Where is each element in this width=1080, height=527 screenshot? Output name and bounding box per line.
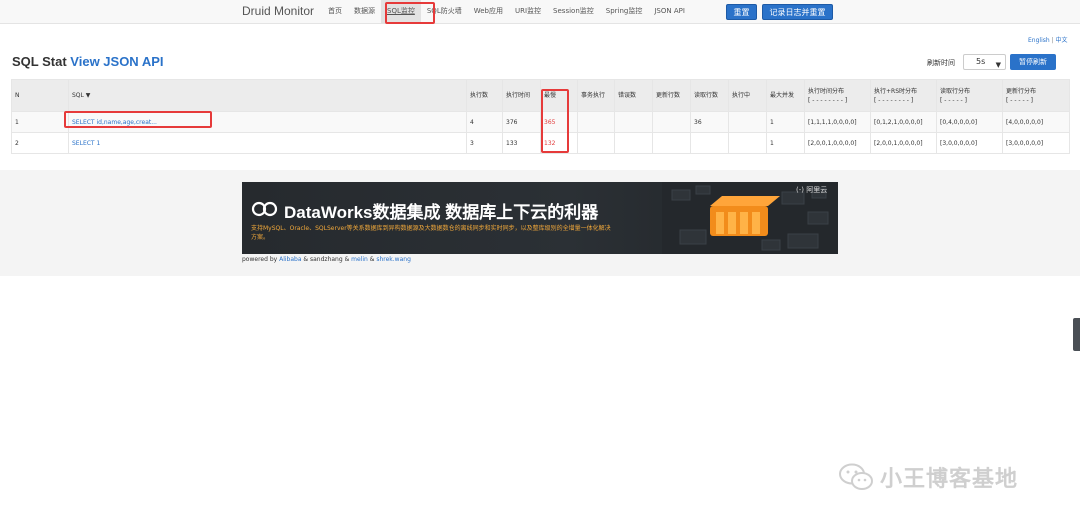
col-header-read-hist[interactable]: 读取行分布[ - - - - - ] [936, 79, 1003, 112]
cell-sql-link[interactable]: SELECT 1 [68, 132, 467, 154]
pause-refresh-button[interactable]: 暂停刷新 [1010, 54, 1056, 70]
cell-exec-count: 3 [466, 132, 503, 154]
cell-exec-time: 376 [502, 111, 541, 133]
nav-item-web-app[interactable]: Web应用 [468, 0, 509, 24]
footer: DataWorks数据集成 数据库上下云的利器 支持MySQL、Oracle、S… [0, 170, 1080, 276]
read-hist-sub: [ - - - - - ] [940, 96, 967, 104]
watermark-text: 小王博客基地 [880, 467, 1019, 492]
language-switch: English | 中文 [1028, 35, 1068, 44]
nav-item-uri-monitor[interactable]: URI监控 [509, 0, 547, 24]
exec-hist-sub: [ - - - - - - - - ] [808, 96, 848, 104]
cell-error-count [614, 132, 653, 154]
brand-title[interactable]: Druid Monitor [242, 4, 314, 18]
cell-txn-exec [577, 111, 615, 133]
aliyun-label: 阿里云 [806, 186, 828, 194]
powered-by: powered by Alibaba & sandzhang & melin &… [242, 256, 411, 263]
col-header-max-concurrent[interactable]: 最大并发 [766, 79, 805, 112]
wechat-icon [839, 463, 873, 490]
nav-item-spring-monitor[interactable]: Spring监控 [600, 0, 649, 24]
rs-hist-title: 执行+RS时分布 [874, 87, 918, 95]
aliyun-brand: (-) 阿里云 [796, 185, 827, 195]
powered-amp1: & sandzhang & [301, 256, 352, 263]
shrek-link[interactable]: shrek.wang [376, 256, 411, 263]
update-hist-title: 更新行分布 [1006, 87, 1037, 95]
col-header-n[interactable]: N [11, 79, 69, 112]
cell-max-concurrent: 1 [766, 111, 805, 133]
cell-read-rows: 36 [690, 111, 729, 133]
nav-item-datasource[interactable]: 数据源 [348, 0, 381, 24]
dataworks-logo-icon [251, 201, 278, 217]
cell-read-hist: [3,0,0,0,0,0] [936, 132, 1003, 154]
col-header-exec-time[interactable]: 执行时间 [502, 79, 541, 112]
rs-hist-sub: [ - - - - - - - - ] [874, 96, 914, 104]
banner-title: DataWorks数据集成 数据库上下云的利器 [284, 203, 599, 222]
cell-max-concurrent: 1 [766, 132, 805, 154]
nav-item-session-monitor[interactable]: Session监控 [547, 0, 600, 24]
lang-separator: | [1051, 37, 1054, 44]
col-header-rs-hist[interactable]: 执行+RS时分布[ - - - - - - - - ] [870, 79, 937, 112]
col-header-sql[interactable]: SQL ▼ [68, 79, 467, 112]
page-title: SQL Stat View JSON API [12, 54, 164, 69]
cell-rs-hist: [2,0,0,1,0,0,0,0] [870, 132, 937, 154]
sql-highlight-box [64, 111, 212, 128]
cell-exec-time: 133 [502, 132, 541, 154]
col-header-running[interactable]: 执行中 [728, 79, 767, 112]
cell-running [728, 132, 767, 154]
cell-error-count [614, 111, 653, 133]
cell-running [728, 111, 767, 133]
chevron-down-icon: ▼ [995, 61, 1001, 69]
nav-item-json-api[interactable]: JSON API [648, 0, 691, 24]
cell-update-hist: [4,0,0,0,0,0] [1002, 111, 1070, 133]
exec-hist-title: 执行时间分布 [808, 87, 845, 95]
cell-update-rows [652, 132, 691, 154]
refresh-time-label: 刷新时间 [927, 59, 955, 67]
nav-menu: 首页 数据源 SQL监控 SQL防火墙 Web应用 URI监控 Session监… [322, 0, 691, 24]
update-hist-sub: [ - - - - - ] [1006, 96, 1033, 104]
melin-link[interactable]: melin [351, 256, 368, 263]
cell-update-hist: [3,0,0,0,0,0] [1002, 132, 1070, 154]
top-navbar: Druid Monitor 首页 数据源 SQL监控 SQL防火墙 Web应用 … [0, 0, 1080, 24]
refresh-interval-value: 5s [976, 57, 986, 66]
powered-prefix: powered by [242, 256, 280, 263]
watermark: 小王博客基地 [838, 461, 1018, 493]
slowest-highlight-box [541, 89, 569, 153]
dataworks-ad-banner[interactable]: DataWorks数据集成 数据库上下云的利器 支持MySQL、Oracle、S… [242, 182, 838, 254]
cell-n: 1 [11, 111, 69, 133]
view-json-api-link[interactable]: View JSON API [70, 54, 163, 69]
col-header-error-count[interactable]: 错误数 [614, 79, 653, 112]
col-header-update-hist[interactable]: 更新行分布[ - - - - - ] [1002, 79, 1070, 112]
cell-n: 2 [11, 132, 69, 154]
cell-read-rows [690, 132, 729, 154]
cell-rs-hist: [0,1,2,1,0,0,0,0] [870, 111, 937, 133]
col-header-txn-exec[interactable]: 事务执行 [577, 79, 615, 112]
cell-read-hist: [0,4,0,0,0,0] [936, 111, 1003, 133]
reset-button[interactable]: 重置 [726, 4, 757, 20]
banner-subtitle: 支持MySQL、Oracle、SQLServer等关系数据库到异构数据源及大数据… [251, 225, 611, 241]
col-header-exec-count[interactable]: 执行数 [466, 79, 503, 112]
col-header-update-rows[interactable]: 更新行数 [652, 79, 691, 112]
refresh-interval-select[interactable]: 5s ▼ [963, 54, 1006, 70]
lang-chinese-link[interactable]: 中文 [1056, 37, 1068, 44]
nav-item-home[interactable]: 首页 [322, 0, 348, 24]
col-header-exec-hist[interactable]: 执行时间分布[ - - - - - - - - ] [804, 79, 871, 112]
cell-update-rows [652, 111, 691, 133]
aliyun-logo-icon: (-) [796, 186, 804, 194]
col-header-read-rows[interactable]: 读取行数 [690, 79, 729, 112]
log-and-reset-button[interactable]: 记录日志并重置 [762, 4, 833, 20]
read-hist-title: 读取行分布 [940, 87, 971, 95]
side-feedback-tab[interactable] [1073, 318, 1080, 351]
page-title-text: SQL Stat [12, 54, 67, 69]
cell-exec-hist: [2,0,0,1,0,0,0,0] [804, 132, 871, 154]
alibaba-link[interactable]: Alibaba [279, 256, 301, 263]
lang-english-link[interactable]: English [1028, 37, 1050, 44]
cell-exec-hist: [1,1,1,1,0,0,0,0] [804, 111, 871, 133]
cell-txn-exec [577, 132, 615, 154]
nav-highlight-box [385, 2, 435, 24]
cell-exec-count: 4 [466, 111, 503, 133]
